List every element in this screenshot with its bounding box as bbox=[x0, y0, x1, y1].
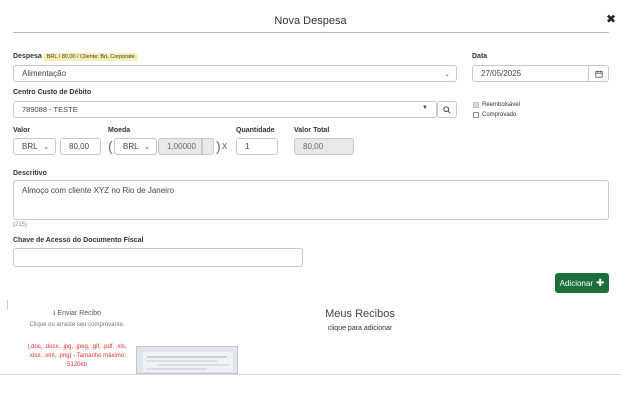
moeda-currency-value: BRL bbox=[123, 142, 139, 151]
enviar-recibo-button[interactable]: ⭳ Enviar Recibo bbox=[13, 309, 141, 320]
meus-recibos-subtitle[interactable]: clique para adicionar bbox=[260, 325, 460, 332]
centro-custo-label: Centro Custo de Débito bbox=[13, 89, 92, 96]
meus-recibos-title: Meus Recibos bbox=[325, 308, 395, 320]
valor-currency-value: BRL bbox=[22, 142, 38, 151]
moeda-rate-value: 1,00000 bbox=[167, 142, 196, 151]
upload-icon: ⭳ bbox=[53, 310, 56, 317]
adicionar-button[interactable]: Adicionar ✚ bbox=[555, 273, 609, 293]
receipt-thumbnail[interactable] bbox=[136, 346, 238, 374]
reembolsavel-label: Reembolsável bbox=[482, 102, 521, 108]
chevron-down-icon: ⌄ bbox=[444, 70, 450, 78]
centro-custo-value: 789088 - TESTE bbox=[22, 105, 78, 114]
adicionar-label: Adicionar bbox=[559, 278, 593, 288]
modal-title: Nova Despesa bbox=[274, 15, 347, 27]
quantidade-value: 1 bbox=[245, 142, 250, 151]
reembolsavel-checkbox-row[interactable]: Reembolsável bbox=[473, 102, 520, 108]
despesa-select-value: Alimentação bbox=[22, 69, 67, 78]
comprovado-label: Comprovado bbox=[482, 112, 517, 118]
close-icon[interactable]: ✖ bbox=[606, 12, 616, 26]
open-paren: ( bbox=[108, 138, 113, 154]
left-vertical-line bbox=[7, 300, 8, 310]
reembolsavel-checkbox[interactable] bbox=[473, 102, 479, 108]
despesa-label-text: Despesa bbox=[13, 53, 42, 60]
valor-total-label: Valor Total bbox=[294, 127, 330, 134]
data-label: Data bbox=[472, 53, 488, 60]
valor-currency-select[interactable]: BRL ⌄ bbox=[13, 138, 56, 155]
search-icon bbox=[443, 105, 451, 114]
data-input-value: 27/05/2025 bbox=[481, 69, 522, 78]
descritivo-textarea[interactable]: Almoço com cliente XYZ no Rio de Janeiro bbox=[13, 180, 609, 220]
times-sign: X bbox=[222, 142, 228, 151]
centro-custo-search-button[interactable] bbox=[437, 101, 457, 118]
comprovado-checkbox-row[interactable]: Comprovado bbox=[473, 112, 516, 118]
despesa-select[interactable]: Alimentação ⌄ bbox=[13, 65, 457, 82]
data-input[interactable]: 27/05/2025 bbox=[472, 65, 609, 82]
receipt-image bbox=[137, 347, 237, 373]
moeda-rate-input: 1,00000 bbox=[158, 138, 202, 155]
descritivo-value: Almoço com cliente XYZ no Rio de Janeiro bbox=[22, 186, 175, 195]
calendar-icon[interactable] bbox=[588, 66, 608, 81]
despesa-label: Despesa BRL / 80,00 / Cliente: BrL Corpo… bbox=[13, 53, 138, 61]
chevron-down-icon: ⌄ bbox=[43, 143, 49, 151]
caret-down-icon: ▼ bbox=[422, 105, 428, 111]
despesa-badge: BRL / 80,00 / Cliente: BrL Corporate bbox=[43, 53, 138, 61]
bottom-divider bbox=[0, 374, 621, 375]
chave-label: Chave de Acesso do Documento Fiscal bbox=[13, 237, 144, 244]
descritivo-label: Descritivo bbox=[13, 170, 47, 177]
valor-total-value: 80,00 bbox=[303, 142, 324, 151]
enviar-recibo-label: Enviar Recibo bbox=[57, 310, 101, 317]
chave-input[interactable] bbox=[13, 248, 303, 267]
quantidade-label: Quantidade bbox=[236, 127, 275, 134]
upload-hint: Clique ou arraste seu comprovante. bbox=[29, 322, 125, 328]
moeda-currency-select[interactable]: BRL ⌄ bbox=[114, 138, 157, 155]
valor-total-input: 80,00 bbox=[294, 138, 354, 155]
valor-amount-input[interactable]: 80,00 bbox=[60, 138, 101, 155]
valor-label: Valor bbox=[13, 127, 31, 134]
centro-custo-select[interactable]: 789088 - TESTE ▼ bbox=[13, 101, 437, 118]
moeda-label: Moeda bbox=[108, 127, 131, 134]
moeda-rate-addon bbox=[202, 138, 214, 155]
plus-icon: ✚ bbox=[595, 277, 605, 289]
title-divider bbox=[13, 32, 609, 33]
upload-formats: (.doc, .docx, .jpg, .jpeg, .gif, .pdf, .… bbox=[27, 344, 127, 368]
descritivo-char-count: (215) bbox=[13, 222, 28, 228]
close-paren: ) bbox=[216, 138, 221, 154]
valor-amount-value: 80,00 bbox=[69, 142, 90, 151]
chevron-down-icon: ⌄ bbox=[144, 143, 150, 151]
comprovado-checkbox[interactable] bbox=[473, 112, 479, 118]
quantidade-input[interactable]: 1 bbox=[236, 138, 278, 155]
